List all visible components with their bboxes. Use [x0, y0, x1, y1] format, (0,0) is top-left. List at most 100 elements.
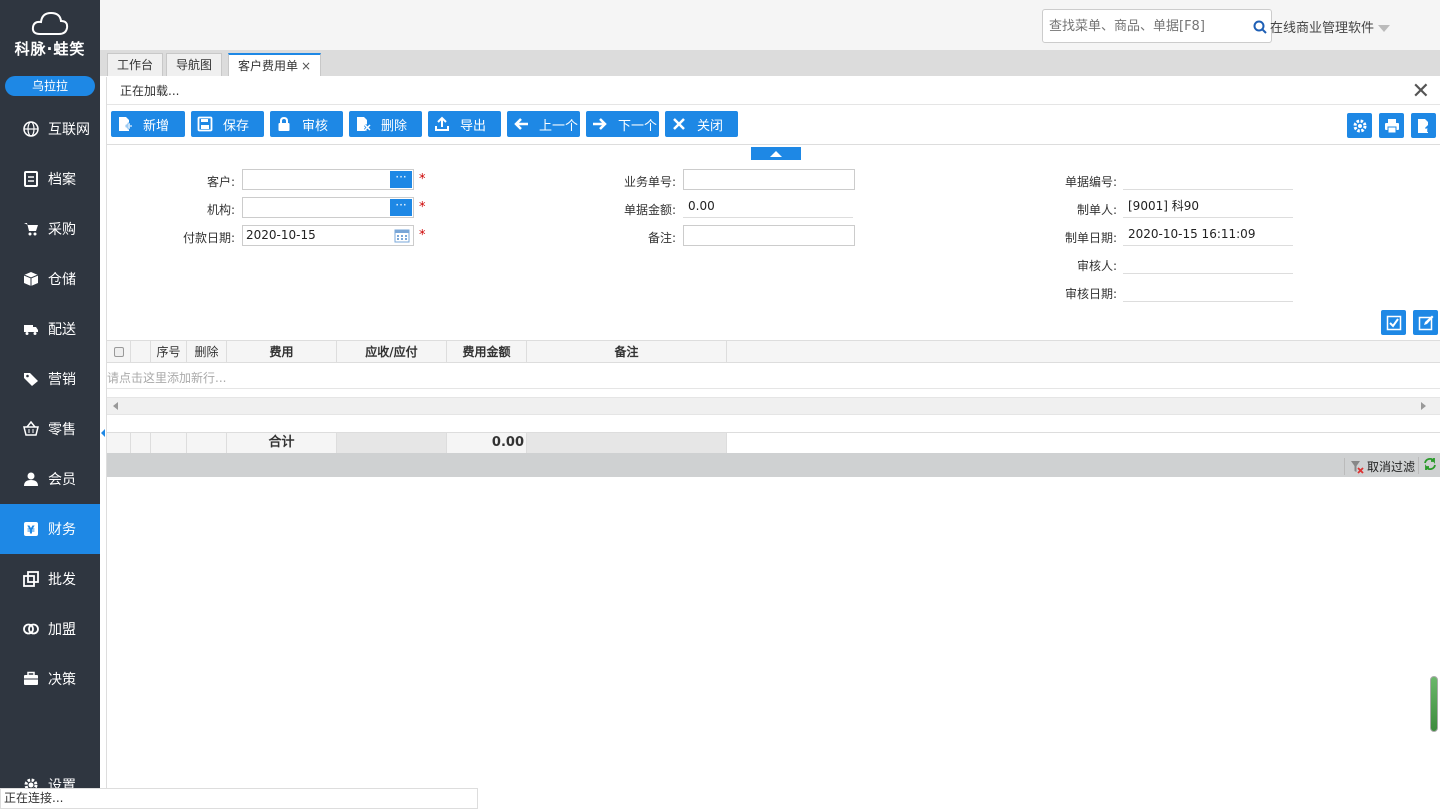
arrow-left-icon — [513, 116, 529, 132]
nav-menu: 互联网 档案 采购 仓储 配送 营销 零售 会员 ¥ 财务 批发 加盟 决策 — [0, 104, 100, 704]
save-button[interactable]: 保存 — [191, 111, 264, 137]
sidebar-item-label: 财务 — [48, 522, 76, 538]
sidebar-item-finance[interactable]: ¥ 财务 — [0, 504, 100, 554]
save-label: 保存 — [223, 118, 250, 134]
export-button[interactable]: 导出 — [428, 111, 501, 137]
search-icon[interactable] — [1253, 20, 1267, 37]
column-remark[interactable]: 备注 — [527, 341, 727, 363]
audit-label: 审核 — [302, 118, 329, 134]
top-bar: 在线商业管理软件 — [100, 0, 1440, 50]
sidebar-item-label: 仓储 — [48, 272, 76, 288]
customer-label: 客户: — [206, 175, 235, 189]
settings-button[interactable] — [1347, 113, 1372, 138]
sidebar-item-wholesale[interactable]: 批发 — [0, 554, 100, 604]
org-label: 机构: — [206, 203, 235, 217]
add-row-hint[interactable]: 请点击这里添加新行... — [107, 367, 1440, 389]
remark-field[interactable] — [683, 225, 855, 246]
next-button[interactable]: 下一个 — [586, 111, 659, 137]
column-expense[interactable]: 费用 — [227, 341, 337, 363]
delete-button[interactable]: 删除 — [349, 111, 422, 137]
globe-icon — [22, 120, 40, 138]
sidebar-item-label: 零售 — [48, 422, 76, 438]
tab-label: 工作台 — [117, 58, 154, 72]
amount-label: 单据金额: — [623, 203, 676, 217]
logo: 科脉·蛙笑 — [0, 0, 100, 76]
tab-workbench[interactable]: 工作台 — [107, 53, 164, 76]
edit-button[interactable] — [1413, 310, 1438, 335]
amount-value: 0.00 — [683, 197, 853, 218]
export-file-button[interactable] — [1411, 113, 1436, 138]
scroll-right-icon[interactable] — [1421, 402, 1426, 410]
sidebar-item-label: 决策 — [48, 672, 76, 688]
sidebar-collapse-handle[interactable] — [101, 429, 105, 437]
footer-cell — [527, 433, 727, 453]
tab-navigation[interactable]: 导航图 — [166, 53, 223, 76]
sidebar-item-archive[interactable]: 档案 — [0, 154, 100, 204]
vertical-scroll-thumb[interactable] — [1430, 676, 1438, 732]
tab-close-icon[interactable]: × — [301, 59, 311, 73]
document-panel: 正在加载... ✕ 新增 保存 审核 删除 导出 上一个 下一个 关闭 客户: … — [106, 77, 1440, 809]
audit-button[interactable]: 审核 — [270, 111, 343, 137]
required-mark: * — [419, 200, 426, 215]
calendar-icon[interactable] — [394, 228, 410, 249]
sidebar-item-internet[interactable]: 互联网 — [0, 104, 100, 154]
copy-icon — [22, 570, 40, 588]
sidebar-item-decision[interactable]: 决策 — [0, 654, 100, 704]
search-input[interactable] — [1043, 10, 1243, 42]
select-all-checkbox[interactable] — [113, 347, 124, 357]
prev-button[interactable]: 上一个 — [507, 111, 580, 137]
sidebar-item-purchase[interactable]: 采购 — [0, 204, 100, 254]
grid-header: 序号 删除 费用 应收/应付 费用金额 备注 — [107, 340, 1440, 363]
org-field[interactable]: ··· — [242, 197, 414, 218]
tab-customer-expense[interactable]: 客户费用单 × — [228, 53, 322, 76]
new-button[interactable]: 新增 — [111, 111, 185, 137]
sidebar: 科脉·蛙笑 乌拉拉 互联网 档案 采购 仓储 配送 营销 零售 会员 ¥ 财务 … — [0, 0, 100, 809]
cancel-filter-button[interactable]: 取消过滤 — [1343, 458, 1415, 475]
check-button[interactable] — [1381, 310, 1406, 335]
sidebar-item-member[interactable]: 会员 — [0, 454, 100, 504]
collapse-form-toggle[interactable] — [751, 147, 801, 160]
close-icon — [671, 116, 687, 132]
prev-label: 上一个 — [539, 118, 579, 134]
close-button[interactable]: 关闭 — [665, 111, 738, 137]
customer-picker-button[interactable]: ··· — [390, 171, 412, 188]
new-doc-icon — [117, 116, 133, 132]
footer-cell — [131, 433, 151, 453]
sidebar-item-retail[interactable]: 零售 — [0, 404, 100, 454]
scroll-left-icon[interactable] — [113, 402, 118, 410]
remark-label: 备注: — [647, 231, 676, 245]
paydate-field[interactable]: 2020-10-15 — [242, 225, 414, 246]
required-mark: * — [419, 228, 426, 243]
maker-value: [9001] 科90 — [1123, 197, 1293, 218]
sidebar-item-marketing[interactable]: 营销 — [0, 354, 100, 404]
column-amount[interactable]: 费用金额 — [447, 341, 527, 363]
column-delete[interactable]: 删除 — [187, 341, 227, 363]
user-icon — [22, 470, 40, 488]
bizno-field[interactable] — [683, 169, 855, 190]
panel-close-button[interactable]: ✕ — [1412, 81, 1430, 103]
refresh-icon — [1424, 458, 1436, 470]
sidebar-item-delivery[interactable]: 配送 — [0, 304, 100, 354]
print-button[interactable] — [1379, 113, 1404, 138]
column-direction[interactable]: 应收/应付 — [337, 341, 447, 363]
user-badge[interactable]: 乌拉拉 — [5, 76, 95, 96]
sidebar-item-storage[interactable]: 仓储 — [0, 254, 100, 304]
toolbar: 新增 保存 审核 删除 导出 上一个 下一个 关闭 — [107, 105, 1440, 145]
tab-bar: 工作台 导航图 客户费用单 × — [100, 50, 1440, 76]
makedate-value: 2020-10-15 16:11:09 — [1123, 225, 1293, 246]
customer-field[interactable]: ··· — [242, 169, 414, 190]
org-picker-button[interactable]: ··· — [390, 199, 412, 216]
yen-icon: ¥ — [22, 520, 40, 538]
cloud-icon — [31, 11, 69, 35]
refresh-button[interactable] — [1418, 457, 1437, 474]
truck-icon — [22, 320, 40, 338]
sidebar-item-franchise[interactable]: 加盟 — [0, 604, 100, 654]
bizno-label: 业务单号: — [623, 175, 676, 189]
next-label: 下一个 — [618, 118, 658, 134]
footer-cell — [107, 433, 131, 453]
column-seq[interactable]: 序号 — [151, 341, 187, 363]
tab-label: 客户费用单 — [238, 59, 299, 73]
app-switcher[interactable]: 在线商业管理软件 — [1270, 17, 1391, 36]
search-box — [1042, 9, 1272, 43]
horizontal-scrollbar[interactable] — [107, 397, 1440, 415]
